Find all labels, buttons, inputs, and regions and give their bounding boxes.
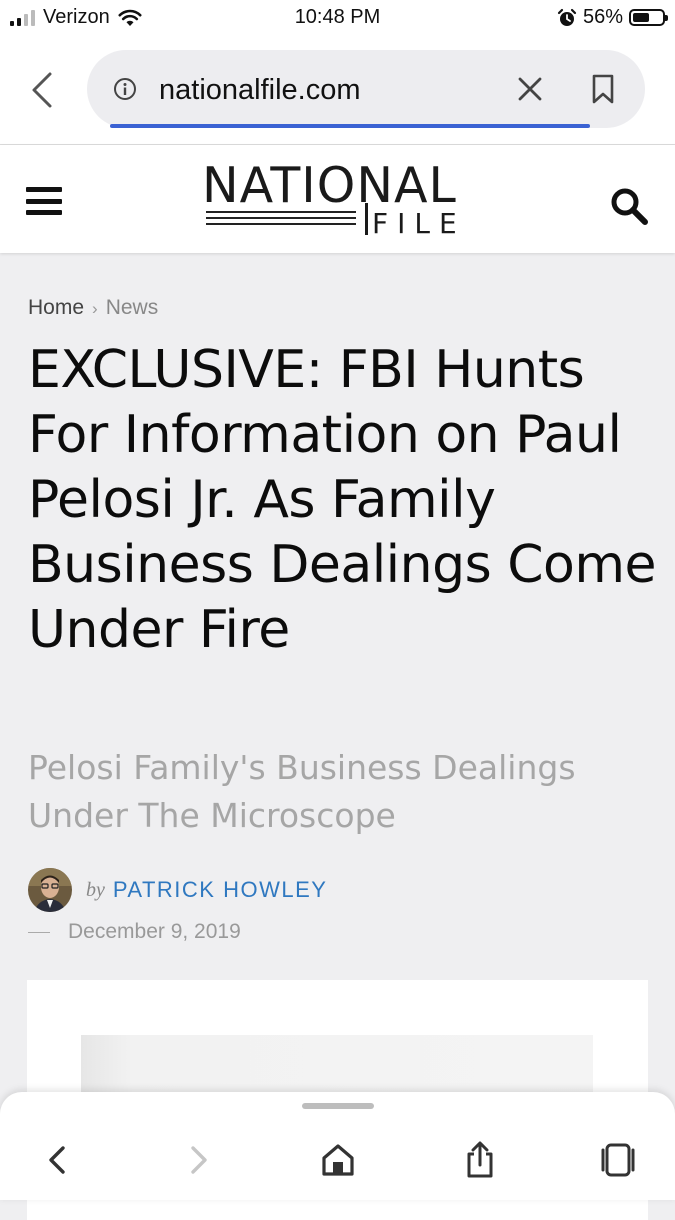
breadcrumb: Home › News [28, 296, 158, 320]
article-subheadline: Pelosi Family's Business Dealings Under … [28, 748, 576, 835]
byline: by PATRICK HOWLEY [28, 868, 327, 912]
page-load-progress [110, 124, 590, 128]
url-text[interactable]: nationalfile.com [159, 74, 361, 107]
back-icon[interactable] [28, 70, 56, 110]
site-header: NATIONAL FILE [0, 145, 675, 253]
share-icon[interactable] [460, 1140, 500, 1180]
logo-wordmark-bottom: FILE [372, 207, 466, 240]
logo-divider [365, 203, 368, 235]
status-bar: Verizon 10:48 PM 56% [0, 0, 675, 36]
breadcrumb-separator: › [92, 299, 98, 318]
publish-date-row: December 9, 2019 [28, 920, 241, 944]
site-logo[interactable]: NATIONAL FILE [200, 157, 470, 240]
battery-icon [629, 9, 668, 26]
forward-icon[interactable] [178, 1140, 218, 1180]
date-dash [28, 931, 50, 933]
author-avatar[interactable] [28, 868, 72, 912]
battery-percent: 56% [582, 6, 623, 28]
clear-icon[interactable] [517, 76, 543, 102]
tabs-icon[interactable] [598, 1140, 638, 1180]
byline-by: by [86, 878, 105, 901]
article-headline: EXCLUSIVE: FBI Hunts For Information on … [28, 340, 656, 660]
alarm-icon [557, 8, 577, 26]
publish-date: December 9, 2019 [68, 920, 241, 943]
drag-handle[interactable] [302, 1103, 374, 1109]
logo-lines [206, 211, 356, 229]
browser-bar: nationalfile.com [0, 36, 675, 145]
search-icon[interactable] [608, 185, 650, 227]
browser-toolbar [0, 1092, 675, 1200]
home-icon[interactable] [318, 1140, 358, 1180]
address-bar[interactable]: nationalfile.com [87, 50, 645, 128]
menu-icon[interactable] [26, 187, 62, 215]
logo-wordmark-top: NATIONAL [202, 157, 457, 214]
bookmark-icon[interactable] [591, 74, 615, 104]
back-icon[interactable] [38, 1140, 78, 1180]
info-icon[interactable] [113, 77, 137, 101]
breadcrumb-home[interactable]: Home [28, 296, 84, 319]
author-link[interactable]: PATRICK HOWLEY [113, 877, 328, 903]
breadcrumb-news[interactable]: News [106, 296, 159, 319]
